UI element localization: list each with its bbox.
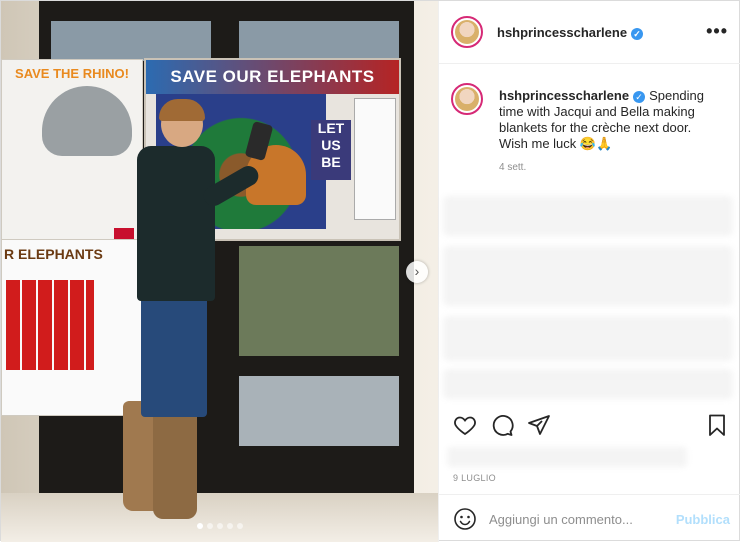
caption-time[interactable]: 4 sett. xyxy=(499,162,526,173)
carousel-dot xyxy=(237,523,243,529)
post-header: hshprincesscharlene ✓ ••• xyxy=(439,1,740,64)
likes-blur xyxy=(447,447,687,467)
header-username-text[interactable]: hshprincesscharlene xyxy=(497,25,627,40)
heart-icon[interactable] xyxy=(453,413,477,437)
carousel-dot xyxy=(217,523,223,529)
instagram-post: SAVE THE RHINO! R ELEPHANTS SAVE OUR ELE… xyxy=(0,0,740,542)
comments-blur xyxy=(443,369,733,399)
emoji-icon[interactable] xyxy=(453,507,477,531)
comment-bar: Pubblica xyxy=(439,494,740,542)
publish-button[interactable]: Pubblica xyxy=(676,512,730,527)
elephant-grid xyxy=(6,280,94,370)
poster-left-title: SAVE THE RHINO! xyxy=(15,66,129,81)
post-media[interactable]: SAVE THE RHINO! R ELEPHANTS SAVE OUR ELE… xyxy=(1,1,438,542)
poster-paper xyxy=(354,98,396,220)
poster-low-title: R ELEPHANTS xyxy=(4,246,103,262)
more-options-button[interactable]: ••• xyxy=(706,21,728,42)
post-caption: hshprincesscharlene ✓ Spending time with J… xyxy=(499,88,721,152)
bookmark-icon[interactable] xyxy=(705,413,729,437)
header-username[interactable]: hshprincesscharlene ✓ xyxy=(497,25,644,40)
poster-save-the-rhino: SAVE THE RHINO! xyxy=(1,59,143,241)
carousel-dot xyxy=(197,523,203,529)
comments-blur xyxy=(443,196,733,236)
carousel-next-button[interactable]: › xyxy=(406,261,428,283)
comments-blur xyxy=(443,246,733,306)
chevron-right-icon: › xyxy=(414,263,420,279)
send-icon[interactable] xyxy=(527,413,551,437)
rhino-drawing xyxy=(42,86,132,156)
photo-floor xyxy=(1,493,438,542)
post-actions xyxy=(439,405,740,445)
person-hair xyxy=(159,99,205,121)
post-date[interactable]: 9 LUGLIO xyxy=(453,473,496,483)
carousel-dot xyxy=(207,523,213,529)
poster-elephants-grid: R ELEPHANTS xyxy=(1,239,143,416)
comment-icon[interactable] xyxy=(490,413,514,437)
poster-main-title: SAVE OUR ELEPHANTS xyxy=(146,60,399,94)
caption-avatar[interactable] xyxy=(451,83,483,115)
post-panel: hshprincesscharlene ✓ ••• hshprincesschar… xyxy=(438,1,740,542)
verified-badge-icon: ✓ xyxy=(631,27,644,40)
carousel-dot xyxy=(227,523,233,529)
caption-username[interactable]: hshprincesscharlene xyxy=(499,88,629,103)
person-legs xyxy=(141,297,207,417)
avatar[interactable] xyxy=(451,16,483,48)
person-boot-right xyxy=(153,409,197,519)
person-body xyxy=(137,146,215,301)
comment-input[interactable] xyxy=(489,507,674,531)
verified-badge-icon: ✓ xyxy=(633,90,646,103)
comments-blur xyxy=(443,316,733,361)
carousel-dots xyxy=(197,523,243,529)
poster-letus: LET US BE xyxy=(311,120,351,180)
